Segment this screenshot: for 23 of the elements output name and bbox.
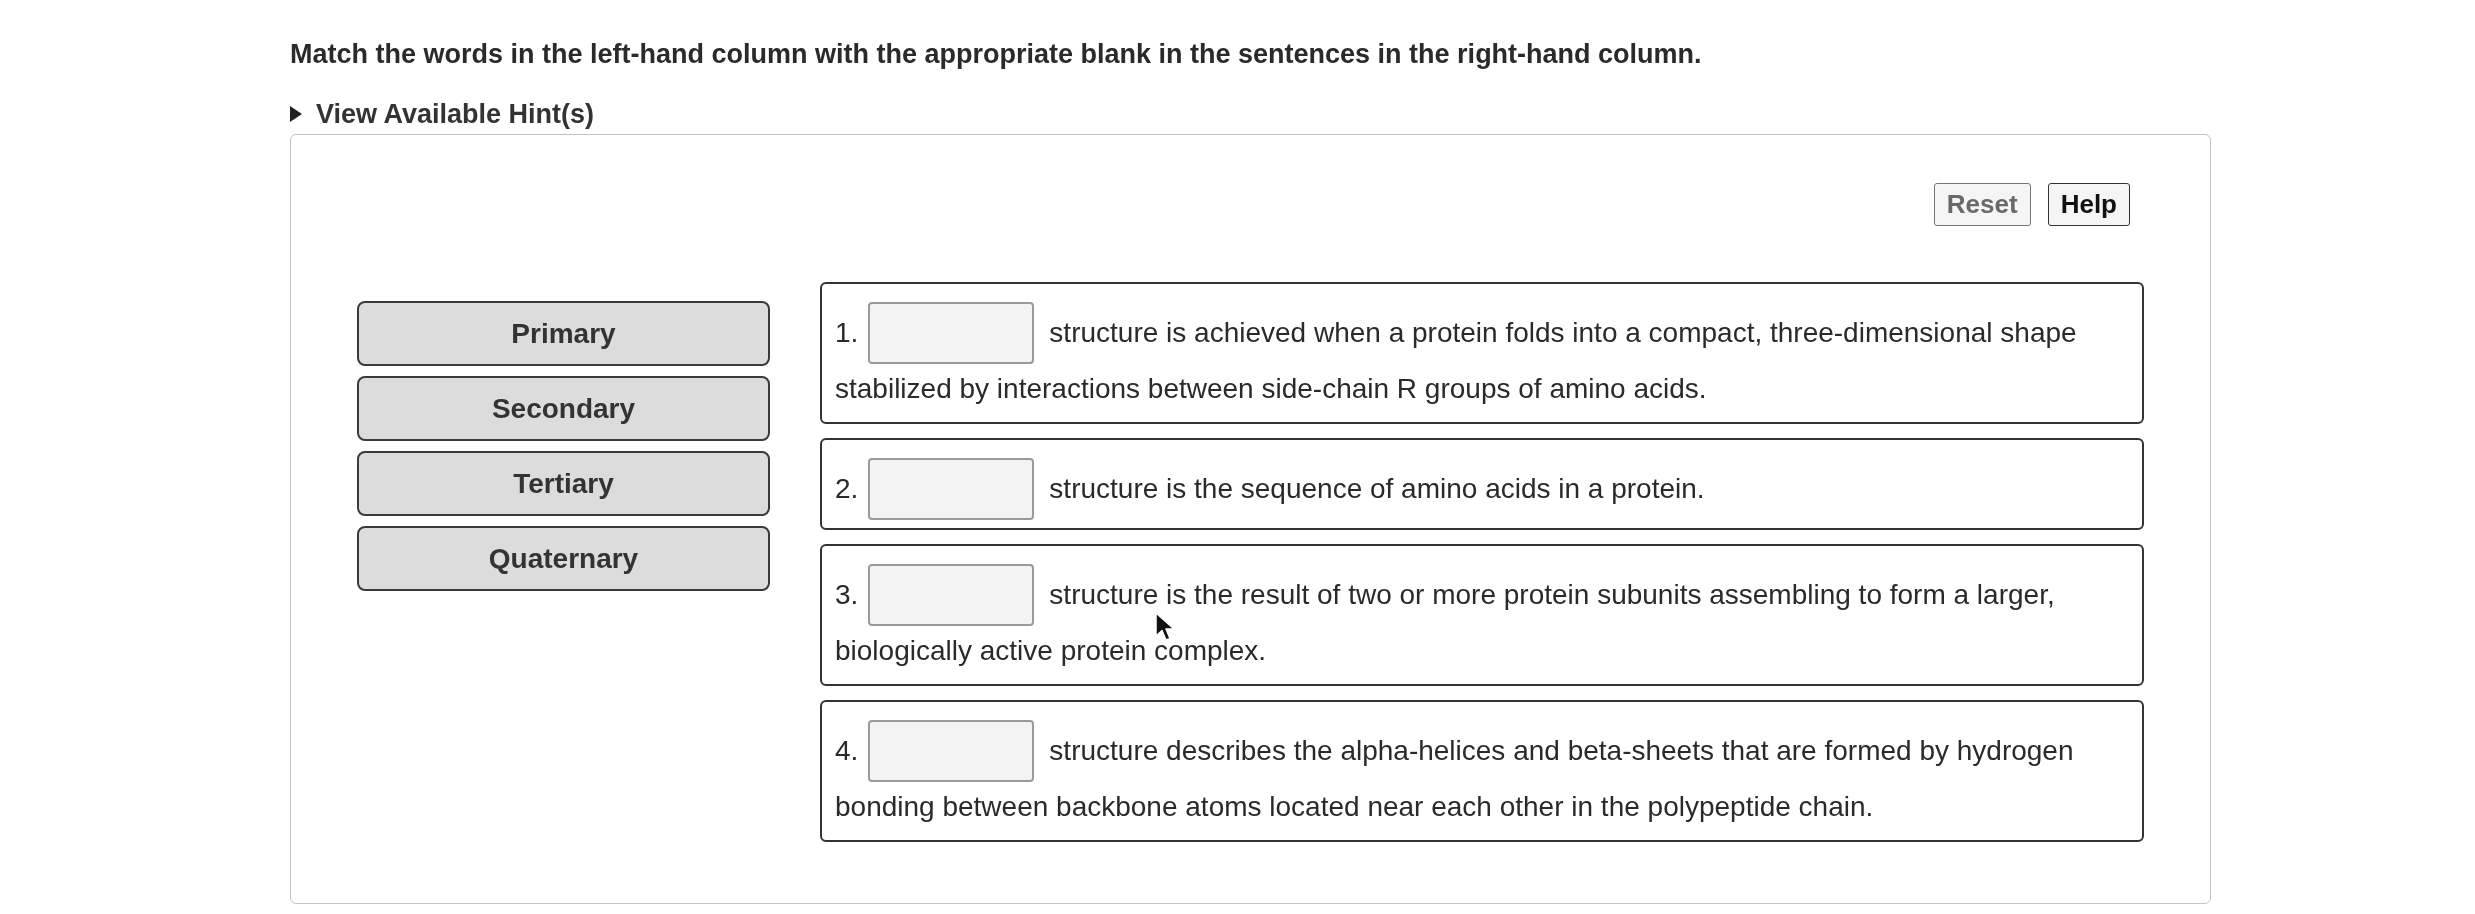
item-number: 4.: [835, 734, 859, 768]
word-tile[interactable]: Quaternary: [357, 526, 770, 591]
item-number: 3.: [835, 578, 859, 612]
hint-toggle[interactable]: View Available Hint(s): [290, 98, 595, 130]
mouse-pointer-icon: [1155, 612, 1175, 642]
answer-box[interactable]: [868, 458, 1035, 520]
sentence-text: bonding between backbone atoms located near each other in the polypeptide chain.: [835, 790, 1874, 824]
sentence-text: structure is achieved when a protein folds into a compact, three-dimensional shape: [1049, 316, 2077, 350]
answer-box[interactable]: [868, 720, 1035, 782]
instructions-text: Match the words in the left-hand column with the appropriate blank in the sentences in the right-hand column.: [290, 38, 1702, 70]
sentence-text: biologically active protein complex.: [835, 634, 1267, 668]
answer-box[interactable]: [868, 302, 1035, 364]
help-button[interactable]: Help: [2047, 183, 2130, 226]
sentence-text: structure is the result of two or more protein subunits assembling to form a larger,: [1049, 578, 2055, 612]
answer-box[interactable]: [868, 564, 1035, 626]
word-tile[interactable]: Secondary: [357, 376, 770, 441]
word-tile[interactable]: Primary: [357, 301, 770, 366]
sentence-text: stabilized by interactions between side-chain R groups of amino acids.: [835, 372, 1707, 406]
item-number: 2.: [835, 472, 859, 506]
sentence-text: structure is the sequence of amino acids in a protein.: [1049, 472, 1705, 506]
item-number: 1.: [835, 316, 859, 350]
sentence-text: structure describes the alpha-helices and beta-sheets that are formed by hydrogen: [1049, 734, 2074, 768]
word-tile[interactable]: Tertiary: [357, 451, 770, 516]
